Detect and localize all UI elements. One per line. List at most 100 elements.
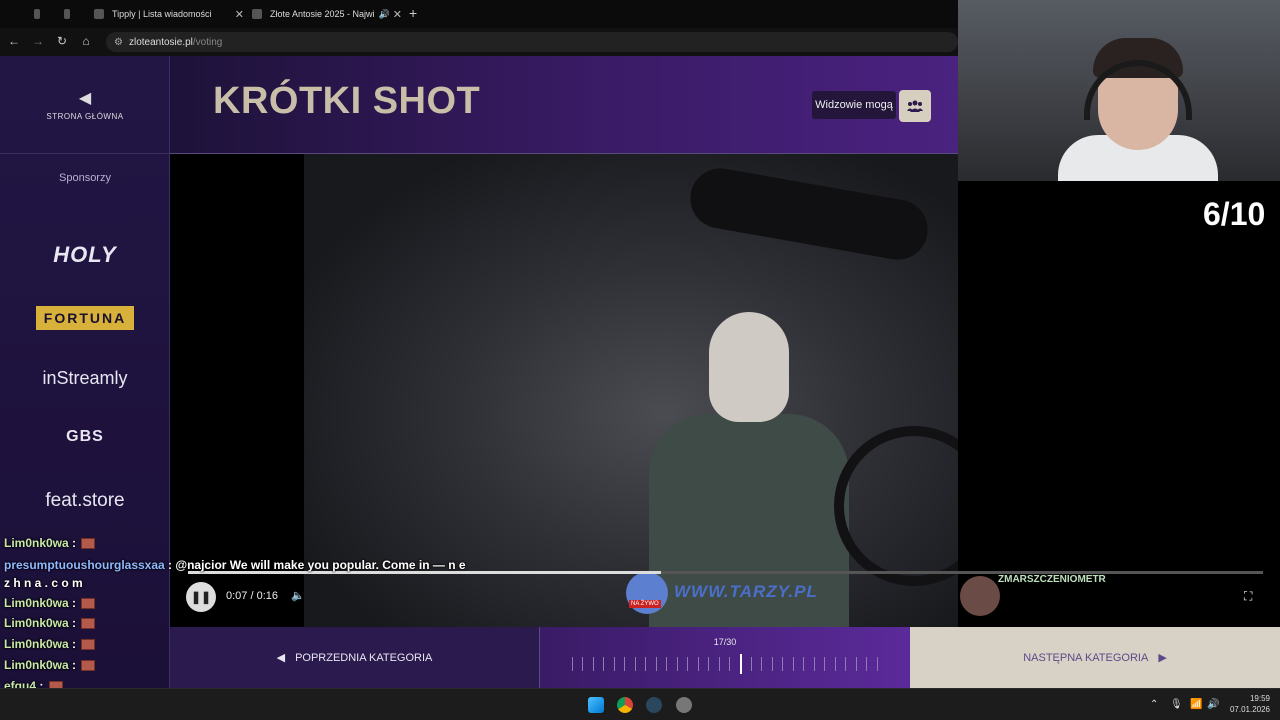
chat-username[interactable]: Lim0nk0wa [4, 536, 69, 550]
clock-date: 07.01.2026 [1229, 705, 1270, 714]
video-player[interactable] [170, 154, 958, 627]
pinned-tab[interactable] [64, 4, 78, 24]
users-icon [907, 100, 923, 112]
chat-emote-icon [81, 639, 96, 651]
progress-tick [655, 657, 657, 671]
chat-username[interactable]: Lim0nk0wa [4, 637, 69, 651]
category-counter: 17/30 [713, 637, 737, 647]
progress-tick [845, 657, 847, 671]
chat-message: Lim0nk0wa : [4, 616, 96, 630]
sponsors-heading: Sponsorzy [59, 172, 111, 184]
tab-favicon-icon [64, 9, 70, 19]
stream-score: 6/10 [1203, 196, 1266, 232]
back-icon[interactable]: ← [6, 34, 22, 48]
home-button[interactable]: ◀ STRONA GŁÓWNA [0, 56, 170, 154]
chat-separator: : [68, 616, 80, 630]
sponsor-featstore-logo[interactable]: feat.store [0, 490, 170, 512]
sponsor-instreamly-logo[interactable]: inStreamly [0, 368, 170, 389]
chat-username[interactable]: presumptuoushourglassxaa [4, 558, 165, 572]
close-tab-icon[interactable]: ✕ [235, 8, 244, 21]
meter-label: ZMARSZCZENIOMETR [998, 574, 1106, 585]
progress-tick [613, 657, 615, 671]
pause-button[interactable]: ❚❚ [186, 582, 216, 612]
arrow-left-icon: ◀ [276, 652, 286, 664]
windows-taskbar: ⌃ 🎙 📶 🔊 19:59 07.01.2026 [0, 688, 1280, 720]
meter-avatar [960, 576, 1000, 616]
live-badge: NA ŻYWO [629, 600, 661, 608]
video-watermark: WWW.TARZY.PL [674, 582, 818, 601]
steam-icon[interactable] [646, 697, 662, 713]
browser-tab-bar: Tipply | Lista wiadomości ✕ Złote Antosi… [0, 0, 958, 28]
sidebar: ◀ STRONA GŁÓWNA Sponsorzy HOLY FORTUNA i… [0, 56, 170, 688]
progress-tick [697, 657, 699, 671]
chat-message: z h n a . c o m [4, 576, 83, 590]
progress-tick [803, 657, 805, 671]
chat-username[interactable]: Lim0nk0wa [4, 658, 69, 672]
sponsor-holy-logo[interactable]: HOLY [0, 242, 170, 268]
audio-playing-icon[interactable]: 🔊 [379, 9, 390, 20]
new-tab-button[interactable]: + [409, 5, 417, 21]
previous-category-button[interactable]: ◀ POPRZEDNIA KATEGORIA [170, 627, 540, 688]
browser-tab[interactable]: Tipply | Lista wiadomości ✕ [94, 4, 244, 24]
chat-username[interactable]: Lim0nk0wa [4, 596, 69, 610]
home-icon[interactable]: ⌂ [78, 34, 94, 48]
person-hood [709, 312, 789, 422]
video-frame [304, 154, 958, 627]
progress-tick [634, 657, 636, 671]
progress-tick [645, 657, 647, 671]
progress-tick [582, 657, 584, 671]
tab-title: Tipply | Lista wiadomości [112, 9, 212, 19]
chrome-icon[interactable] [617, 697, 633, 713]
wifi-icon[interactable]: 📶 [1190, 699, 1202, 710]
category-progress-ticks [572, 654, 878, 674]
viewers-button[interactable] [899, 90, 931, 122]
progress-tick [676, 657, 678, 671]
tab-favicon-icon [252, 9, 262, 19]
app-icon[interactable] [676, 697, 692, 713]
forward-icon[interactable]: → [30, 34, 46, 48]
progress-tick [855, 657, 857, 671]
progress-tick [708, 657, 710, 671]
microphone-icon[interactable]: 🎙 [1170, 699, 1183, 710]
chat-emote-icon [81, 618, 96, 630]
chat-message: presumptuoushourglassxaa : @najcior We w… [4, 558, 466, 572]
chat-username[interactable]: Lim0nk0wa [4, 616, 69, 630]
site-info-icon[interactable]: ⚙ [114, 37, 123, 48]
chat-separator: : [68, 536, 80, 550]
progress-tick [729, 657, 731, 671]
progress-tick [687, 657, 689, 671]
progress-tick [792, 657, 794, 671]
close-tab-icon[interactable]: ✕ [393, 8, 402, 21]
progress-tick [592, 657, 594, 671]
pinned-tab[interactable] [34, 4, 48, 24]
progress-tick [761, 657, 763, 671]
browser-tab-active[interactable]: Złote Antosie 2025 - Najwi 🔊 ✕ [252, 4, 402, 24]
previous-category-label: POPRZEDNIA KATEGORIA [295, 651, 433, 664]
windows-start-icon[interactable] [588, 697, 604, 713]
progress-tick [782, 657, 784, 671]
next-category-button[interactable]: NASTĘPNA KATEGORIA ▶ [910, 627, 1280, 688]
arrow-left-icon: ◀ [78, 90, 92, 107]
chat-separator: : [68, 637, 80, 651]
volume-icon[interactable]: 🔈 [291, 589, 305, 602]
video-time: 0:07 / 0:16 [226, 590, 278, 602]
progress-tick [824, 657, 826, 671]
category-progress: 17/30 [540, 627, 910, 688]
category-navigation: ◀ POPRZEDNIA KATEGORIA 17/30 [170, 627, 958, 688]
clock[interactable]: 19:59 07.01.2026 [1226, 693, 1270, 715]
sponsor-gbs-logo[interactable]: GBS [0, 428, 170, 446]
progress-tick [750, 657, 752, 671]
fullscreen-icon[interactable]: ⛶ [1244, 589, 1252, 604]
reload-icon[interactable]: ↻ [54, 34, 70, 48]
speaker-icon[interactable]: 🔊 [1207, 699, 1219, 710]
progress-tick [624, 657, 626, 671]
chevron-up-icon[interactable]: ⌃ [1150, 699, 1158, 710]
progress-tick [666, 657, 668, 671]
steering-wheel [834, 426, 958, 586]
viewers-can-label: Widzowie mogą [812, 91, 896, 119]
url-input[interactable]: ⚙ zloteantosie.pl/voting [106, 32, 958, 52]
tab-favicon-icon [94, 9, 104, 19]
chat-message: Lim0nk0wa : [4, 658, 96, 672]
rearview-mirror [685, 163, 933, 265]
sponsor-fortuna-logo[interactable]: FORTUNA [36, 306, 134, 330]
